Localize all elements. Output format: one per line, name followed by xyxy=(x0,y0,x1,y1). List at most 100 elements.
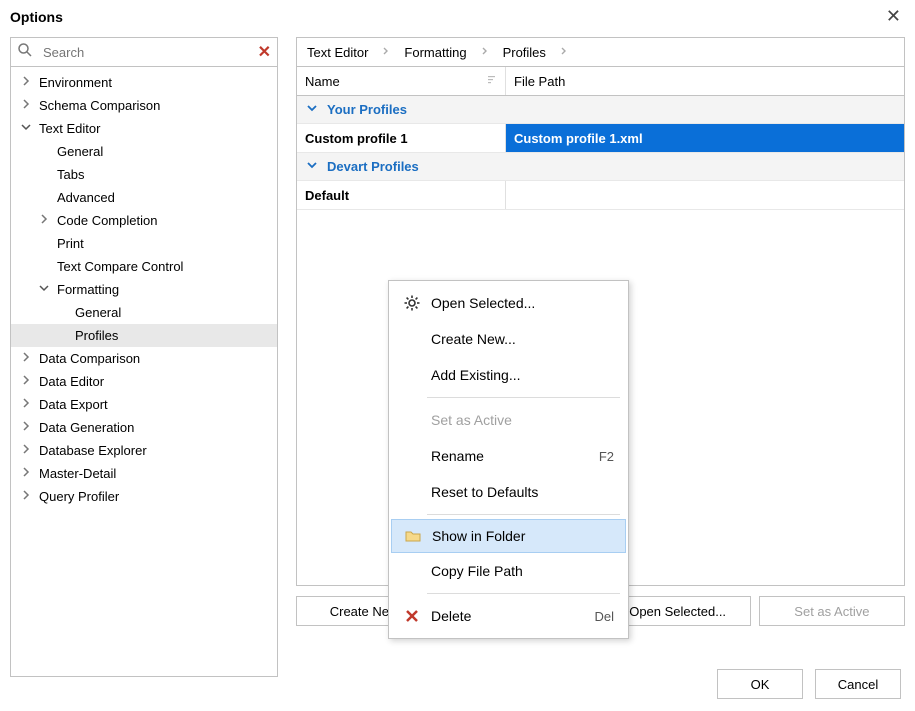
context-menu-item[interactable]: RenameF2 xyxy=(389,438,628,474)
context-menu-item[interactable]: Add Existing... xyxy=(389,357,628,393)
menu-shortcut: Del xyxy=(594,609,618,624)
chevron-right-icon[interactable] xyxy=(19,444,33,457)
grid-header: Name File Path xyxy=(296,67,905,96)
context-menu-item[interactable]: Copy File Path xyxy=(389,553,628,589)
column-label: Name xyxy=(305,74,340,89)
chevron-right-icon[interactable] xyxy=(19,467,33,480)
breadcrumb: Text Editor Formatting Profiles xyxy=(296,37,905,67)
tree-item[interactable]: Text Editor xyxy=(11,117,277,140)
context-menu-item[interactable]: Open Selected... xyxy=(389,285,628,321)
tree-item[interactable]: Profiles xyxy=(11,324,277,347)
search-input[interactable] xyxy=(41,44,258,61)
tree-item[interactable]: Print xyxy=(11,232,277,255)
tree-item[interactable]: Code Completion xyxy=(11,209,277,232)
dialog-footer: OK Cancel xyxy=(717,669,901,699)
menu-label: Add Existing... xyxy=(425,367,618,383)
tree-item[interactable]: Data Comparison xyxy=(11,347,277,370)
profile-row[interactable]: Custom profile 1Custom profile 1.xml xyxy=(297,123,904,153)
cancel-button[interactable]: Cancel xyxy=(815,669,901,699)
chevron-down-icon[interactable] xyxy=(307,160,317,173)
folder-icon xyxy=(400,527,426,545)
tree-item-label: Code Completion xyxy=(51,211,163,230)
breadcrumb-item[interactable]: Text Editor xyxy=(307,45,368,60)
column-label: File Path xyxy=(514,74,565,89)
chevron-right-icon[interactable] xyxy=(37,214,51,227)
tree-item-label: Query Profiler xyxy=(33,487,125,506)
breadcrumb-item[interactable]: Formatting xyxy=(404,45,466,60)
menu-label: Copy File Path xyxy=(425,563,618,579)
group-header[interactable]: Devart Profiles xyxy=(297,153,904,180)
menu-shortcut: F2 xyxy=(599,449,618,464)
menu-label: Create New... xyxy=(425,331,618,347)
chevron-down-icon[interactable] xyxy=(37,283,51,296)
cell-name: Default xyxy=(297,181,506,209)
profile-row[interactable]: Default xyxy=(297,180,904,210)
tree-item[interactable]: Query Profiler xyxy=(11,485,277,508)
tree-item[interactable]: Database Explorer xyxy=(11,439,277,462)
tree-item[interactable]: Formatting xyxy=(11,278,277,301)
chevron-down-icon[interactable] xyxy=(19,122,33,135)
menu-separator xyxy=(427,514,620,515)
chevron-right-icon[interactable] xyxy=(19,421,33,434)
tree-item-label: Master-Detail xyxy=(33,464,122,483)
tree-item-label: Schema Comparison xyxy=(33,96,166,115)
chevron-down-icon[interactable] xyxy=(307,103,317,116)
chevron-right-icon[interactable] xyxy=(19,490,33,503)
tree-item-label: General xyxy=(51,142,109,161)
context-menu-item[interactable]: DeleteDel xyxy=(389,598,628,634)
tree-item[interactable]: Advanced xyxy=(11,186,277,209)
chevron-right-icon xyxy=(382,47,390,58)
column-header-filepath[interactable]: File Path xyxy=(506,74,904,89)
chevron-right-icon[interactable] xyxy=(19,398,33,411)
cell-filepath xyxy=(506,181,904,209)
tree-item[interactable]: Data Editor xyxy=(11,370,277,393)
tree-item[interactable]: Data Export xyxy=(11,393,277,416)
context-menu-item: Set as Active xyxy=(389,402,628,438)
search-icon xyxy=(17,42,33,63)
chevron-right-icon[interactable] xyxy=(19,99,33,112)
set-as-active-button: Set as Active xyxy=(759,596,905,626)
column-header-name[interactable]: Name xyxy=(297,67,506,95)
tree-item[interactable]: Data Generation xyxy=(11,416,277,439)
chevron-right-icon[interactable] xyxy=(19,375,33,388)
tree-item-label: Data Export xyxy=(33,395,114,414)
context-menu[interactable]: Open Selected... Create New... Add Existin… xyxy=(388,280,629,639)
breadcrumb-item[interactable]: Profiles xyxy=(503,45,546,60)
tree-item-label: Print xyxy=(51,234,90,253)
tree-item[interactable]: Schema Comparison xyxy=(11,94,277,117)
chevron-right-icon[interactable] xyxy=(19,352,33,365)
group-header[interactable]: Your Profiles xyxy=(297,96,904,123)
search-box[interactable]: ✕ xyxy=(10,37,278,67)
sort-indicator-icon xyxy=(487,75,497,88)
close-button[interactable]: ✕ xyxy=(886,6,901,27)
tree-item-label: Data Generation xyxy=(33,418,140,437)
tree-item[interactable]: General xyxy=(11,140,277,163)
menu-separator xyxy=(427,593,620,594)
context-menu-item[interactable]: Reset to Defaults xyxy=(389,474,628,510)
tree-item[interactable]: Environment xyxy=(11,71,277,94)
tree-item-label: Environment xyxy=(33,73,118,92)
tree-item[interactable]: Tabs xyxy=(11,163,277,186)
tree-item[interactable]: General xyxy=(11,301,277,324)
chevron-right-icon xyxy=(560,47,568,58)
tree-item[interactable]: Master-Detail xyxy=(11,462,277,485)
sidebar: ✕ Environment Schema Comparison Text Edito… xyxy=(10,37,278,677)
tree-item-label: General xyxy=(69,303,127,322)
options-tree[interactable]: Environment Schema Comparison Text Editor G… xyxy=(10,67,278,677)
menu-label: Show in Folder xyxy=(426,528,617,544)
tree-item-label: Database Explorer xyxy=(33,441,153,460)
context-menu-item[interactable]: Create New... xyxy=(389,321,628,357)
ok-button[interactable]: OK xyxy=(717,669,803,699)
tree-item[interactable]: Text Compare Control xyxy=(11,255,277,278)
cell-filepath: Custom profile 1.xml xyxy=(506,124,904,152)
tree-item-label: Advanced xyxy=(51,188,121,207)
context-menu-item[interactable]: Show in Folder xyxy=(391,519,626,553)
tree-item-label: Formatting xyxy=(51,280,125,299)
search-clear-icon[interactable]: ✕ xyxy=(258,42,271,62)
menu-label: Set as Active xyxy=(425,412,618,428)
delete-icon xyxy=(399,608,425,624)
chevron-right-icon[interactable] xyxy=(19,76,33,89)
menu-label: Reset to Defaults xyxy=(425,484,618,500)
tree-item-label: Text Compare Control xyxy=(51,257,189,276)
cell-name: Custom profile 1 xyxy=(297,124,506,152)
